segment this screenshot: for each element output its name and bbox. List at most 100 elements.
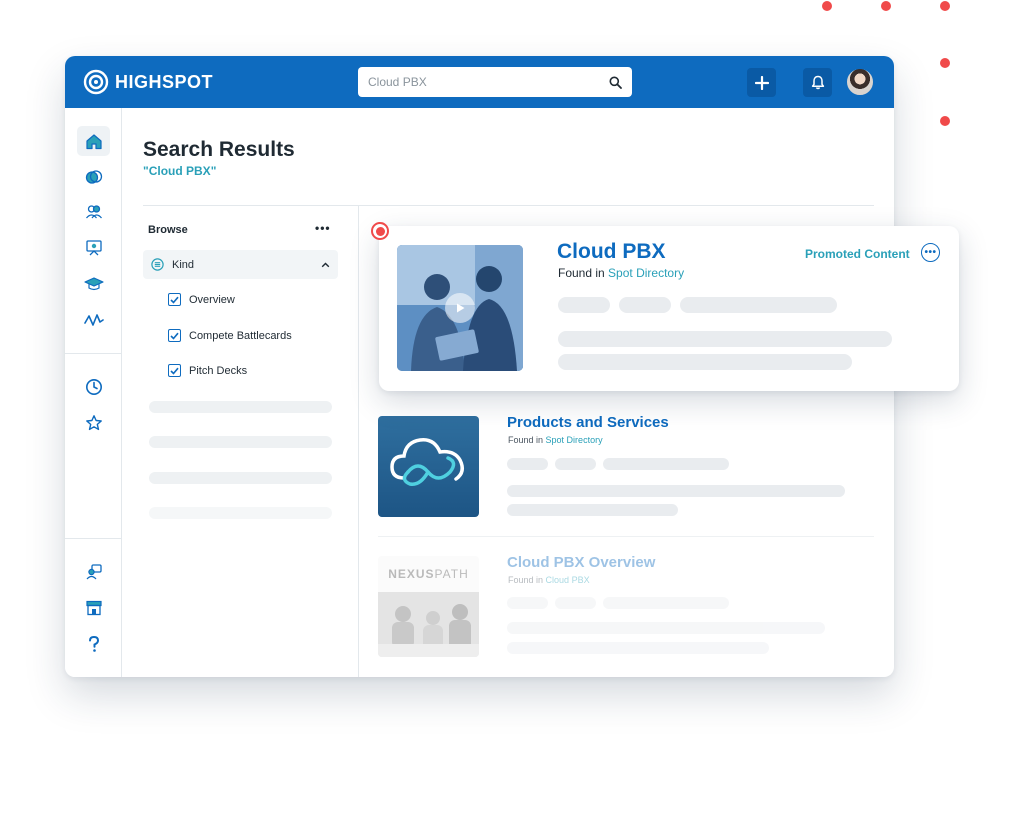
- placeholder-bar: [149, 507, 332, 519]
- meeting-photo: [378, 592, 479, 657]
- placeholder-bar: [507, 485, 845, 497]
- placeholder-bar: [149, 472, 332, 484]
- browse-title: Browse: [148, 224, 188, 236]
- brand-name: HIGHSPOT: [115, 71, 214, 92]
- placeholder-bar: [507, 622, 825, 634]
- search-icon[interactable]: [609, 76, 622, 89]
- result-location: Found in Cloud PBX: [508, 575, 590, 585]
- plus-icon: [754, 75, 769, 90]
- clock-icon: [85, 379, 102, 395]
- notifications-button[interactable]: [803, 68, 832, 97]
- record-indicator-icon: [371, 222, 389, 240]
- graduation-cap-icon: [83, 277, 104, 291]
- nav-favorites[interactable]: [77, 408, 110, 438]
- nav-people[interactable]: [77, 197, 110, 227]
- header-divider: [143, 205, 874, 206]
- left-nav: [65, 108, 122, 677]
- nav-support[interactable]: [77, 557, 110, 587]
- filter-group-kind[interactable]: Kind: [143, 250, 338, 279]
- placeholder-bar: [555, 458, 596, 470]
- filter-group-label: Kind: [172, 258, 195, 271]
- panel-divider: [358, 206, 359, 677]
- thumb-text-b: PATH: [434, 567, 469, 581]
- result-divider: [378, 536, 874, 537]
- decor-dot: [881, 1, 891, 11]
- presentation-icon: [85, 240, 102, 256]
- found-prefix: Found in: [508, 435, 544, 445]
- result-title[interactable]: Cloud PBX Overview: [507, 554, 655, 571]
- nav-home[interactable]: [77, 126, 110, 156]
- found-link[interactable]: Spot Directory: [546, 435, 603, 445]
- promoted-badge: Promoted Content: [805, 247, 910, 261]
- filter-pitch-decks[interactable]: Pitch Decks: [168, 364, 247, 377]
- placeholder-bar: [558, 297, 610, 313]
- placeholder-bar: [507, 504, 678, 516]
- placeholder-bar: [507, 597, 548, 609]
- nav-analytics[interactable]: [77, 305, 110, 335]
- browse-more-button[interactable]: •••: [315, 221, 331, 235]
- placeholder-bar: [149, 436, 332, 448]
- result-title[interactable]: Products and Services: [507, 414, 669, 431]
- decor-dot: [822, 1, 832, 11]
- top-bar: HIGHSPOT: [65, 56, 894, 108]
- brand-logo[interactable]: HIGHSPOT: [83, 69, 213, 95]
- more-options-button[interactable]: •••: [921, 243, 940, 262]
- nav-meetings[interactable]: [77, 233, 110, 263]
- nav-spots[interactable]: [77, 162, 110, 192]
- filter-compete-battlecards[interactable]: Compete Battlecards: [168, 329, 292, 342]
- decor-dot: [940, 1, 950, 11]
- placeholder-bar: [507, 642, 769, 654]
- promoted-result-card[interactable]: Cloud PBX Found in Spot Directory Promot…: [379, 226, 959, 391]
- thumbnail-brand: NEXUS PATH: [378, 556, 479, 592]
- nav-help[interactable]: [77, 629, 110, 659]
- result-location: Found in Spot Directory: [508, 435, 603, 445]
- checkbox[interactable]: [168, 293, 181, 306]
- search-input[interactable]: [368, 75, 609, 89]
- checkbox[interactable]: [168, 364, 181, 377]
- found-link[interactable]: Cloud PBX: [546, 575, 590, 585]
- user-avatar[interactable]: [845, 67, 875, 97]
- play-button[interactable]: [445, 293, 475, 323]
- check-icon: [170, 296, 179, 304]
- filter-overview[interactable]: Overview: [168, 293, 235, 306]
- search-bar[interactable]: [358, 67, 632, 97]
- promoted-thumbnail[interactable]: [397, 245, 523, 371]
- checkbox[interactable]: [168, 329, 181, 342]
- placeholder-bar: [558, 354, 852, 370]
- placeholder-bar: [149, 401, 332, 413]
- nav-store[interactable]: [77, 593, 110, 623]
- chevron-up-icon[interactable]: [321, 262, 330, 268]
- nav-divider: [65, 353, 122, 354]
- home-icon: [85, 133, 102, 149]
- search-query-label: "Cloud PBX": [143, 164, 217, 178]
- store-icon: [85, 600, 102, 616]
- spots-icon: [85, 170, 102, 184]
- promoted-location: Found in Spot Directory: [558, 266, 684, 280]
- page-title: Search Results: [143, 138, 295, 161]
- result-thumbnail[interactable]: NEXUS PATH: [378, 556, 479, 657]
- nav-recent[interactable]: [77, 372, 110, 402]
- result-thumbnail[interactable]: [378, 416, 479, 517]
- nav-training[interactable]: [77, 269, 110, 299]
- nav-divider: [65, 538, 122, 539]
- cloud-infinity-icon: [390, 438, 464, 486]
- people-icon: [85, 205, 102, 219]
- highspot-logo-icon: [83, 69, 109, 95]
- found-link[interactable]: Spot Directory: [608, 266, 684, 280]
- list-circle-icon: [151, 258, 164, 271]
- promoted-title[interactable]: Cloud PBX: [557, 240, 666, 264]
- add-button[interactable]: [747, 68, 776, 97]
- decor-dot: [940, 58, 950, 68]
- placeholder-bar: [603, 458, 729, 470]
- filter-label: Pitch Decks: [189, 364, 248, 377]
- placeholder-bar: [555, 597, 596, 609]
- decor-dot: [940, 116, 950, 126]
- placeholder-bar: [603, 597, 729, 609]
- placeholder-bar: [680, 297, 837, 313]
- check-icon: [170, 367, 179, 375]
- thumb-text-a: NEXUS: [388, 567, 435, 581]
- play-icon: [457, 303, 465, 313]
- found-prefix: Found in: [508, 575, 544, 585]
- star-icon: [85, 415, 102, 431]
- filter-label: Overview: [189, 293, 235, 306]
